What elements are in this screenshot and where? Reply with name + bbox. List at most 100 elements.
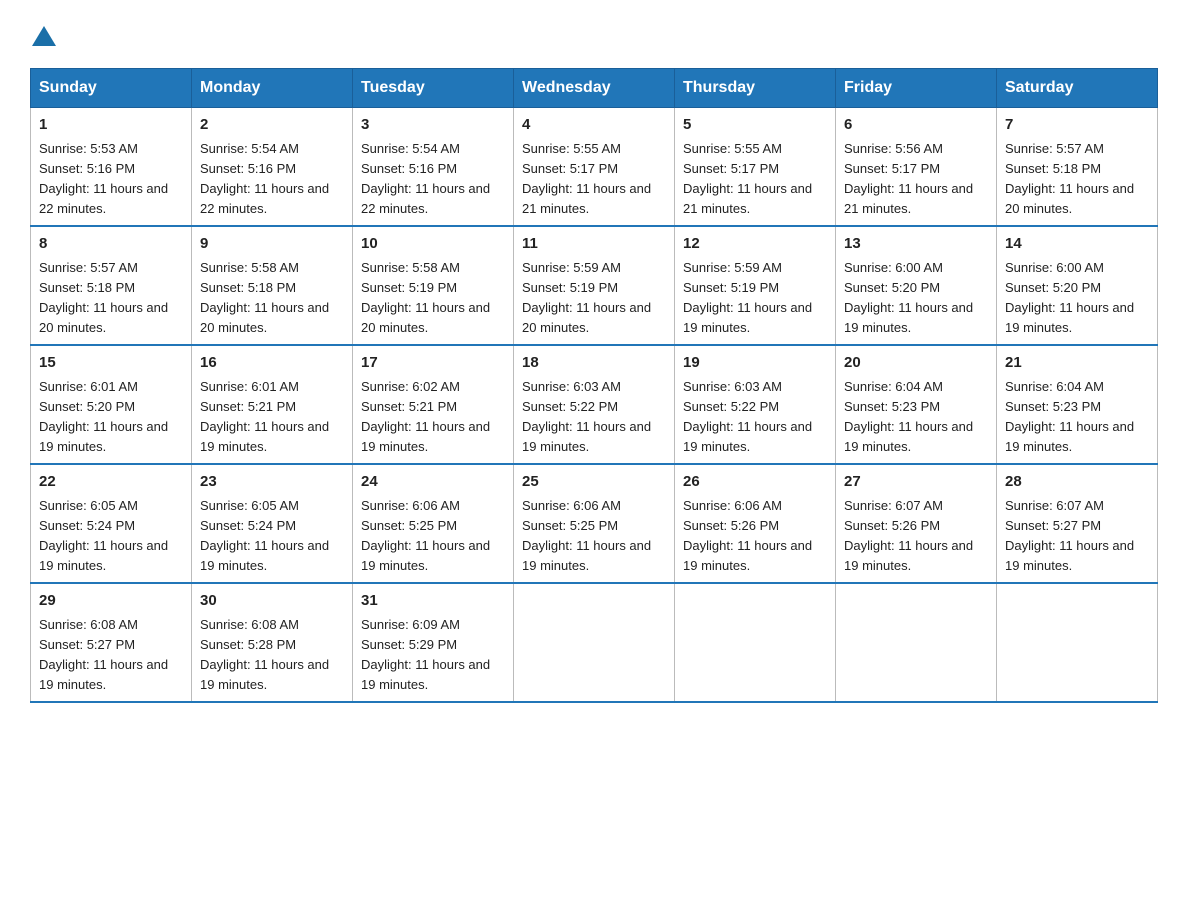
calendar-cell: 23Sunrise: 6:05 AMSunset: 5:24 PMDayligh… bbox=[192, 464, 353, 583]
day-info: Sunrise: 5:59 AMSunset: 5:19 PMDaylight:… bbox=[683, 258, 827, 339]
logo-triangle-icon bbox=[32, 26, 56, 46]
day-info: Sunrise: 6:05 AMSunset: 5:24 PMDaylight:… bbox=[200, 496, 344, 577]
day-number: 19 bbox=[683, 352, 827, 375]
day-info: Sunrise: 6:05 AMSunset: 5:24 PMDaylight:… bbox=[39, 496, 183, 577]
day-number: 13 bbox=[844, 233, 988, 256]
day-info: Sunrise: 6:00 AMSunset: 5:20 PMDaylight:… bbox=[1005, 258, 1149, 339]
day-number: 7 bbox=[1005, 114, 1149, 137]
day-info: Sunrise: 6:03 AMSunset: 5:22 PMDaylight:… bbox=[683, 377, 827, 458]
day-info: Sunrise: 5:55 AMSunset: 5:17 PMDaylight:… bbox=[522, 139, 666, 220]
day-number: 22 bbox=[39, 471, 183, 494]
calendar-cell: 12Sunrise: 5:59 AMSunset: 5:19 PMDayligh… bbox=[675, 226, 836, 345]
calendar-cell: 1Sunrise: 5:53 AMSunset: 5:16 PMDaylight… bbox=[31, 108, 192, 227]
calendar-cell: 9Sunrise: 5:58 AMSunset: 5:18 PMDaylight… bbox=[192, 226, 353, 345]
calendar-cell: 30Sunrise: 6:08 AMSunset: 5:28 PMDayligh… bbox=[192, 583, 353, 702]
day-number: 2 bbox=[200, 114, 344, 137]
day-number: 21 bbox=[1005, 352, 1149, 375]
day-number: 16 bbox=[200, 352, 344, 375]
day-info: Sunrise: 5:56 AMSunset: 5:17 PMDaylight:… bbox=[844, 139, 988, 220]
calendar-cell: 28Sunrise: 6:07 AMSunset: 5:27 PMDayligh… bbox=[997, 464, 1158, 583]
day-info: Sunrise: 5:59 AMSunset: 5:19 PMDaylight:… bbox=[522, 258, 666, 339]
day-number: 4 bbox=[522, 114, 666, 137]
day-number: 27 bbox=[844, 471, 988, 494]
day-number: 12 bbox=[683, 233, 827, 256]
day-info: Sunrise: 5:58 AMSunset: 5:19 PMDaylight:… bbox=[361, 258, 505, 339]
day-info: Sunrise: 5:57 AMSunset: 5:18 PMDaylight:… bbox=[1005, 139, 1149, 220]
day-info: Sunrise: 6:07 AMSunset: 5:27 PMDaylight:… bbox=[1005, 496, 1149, 577]
day-number: 14 bbox=[1005, 233, 1149, 256]
calendar-cell: 14Sunrise: 6:00 AMSunset: 5:20 PMDayligh… bbox=[997, 226, 1158, 345]
calendar-cell: 3Sunrise: 5:54 AMSunset: 5:16 PMDaylight… bbox=[353, 108, 514, 227]
day-info: Sunrise: 6:02 AMSunset: 5:21 PMDaylight:… bbox=[361, 377, 505, 458]
day-info: Sunrise: 5:53 AMSunset: 5:16 PMDaylight:… bbox=[39, 139, 183, 220]
column-header-wednesday: Wednesday bbox=[514, 69, 675, 108]
day-number: 15 bbox=[39, 352, 183, 375]
day-number: 26 bbox=[683, 471, 827, 494]
day-number: 30 bbox=[200, 590, 344, 613]
calendar-cell: 8Sunrise: 5:57 AMSunset: 5:18 PMDaylight… bbox=[31, 226, 192, 345]
calendar-cell: 22Sunrise: 6:05 AMSunset: 5:24 PMDayligh… bbox=[31, 464, 192, 583]
calendar-cell: 10Sunrise: 5:58 AMSunset: 5:19 PMDayligh… bbox=[353, 226, 514, 345]
day-info: Sunrise: 6:09 AMSunset: 5:29 PMDaylight:… bbox=[361, 615, 505, 696]
day-number: 20 bbox=[844, 352, 988, 375]
day-info: Sunrise: 6:01 AMSunset: 5:20 PMDaylight:… bbox=[39, 377, 183, 458]
day-info: Sunrise: 6:06 AMSunset: 5:25 PMDaylight:… bbox=[522, 496, 666, 577]
column-header-tuesday: Tuesday bbox=[353, 69, 514, 108]
column-header-thursday: Thursday bbox=[675, 69, 836, 108]
day-info: Sunrise: 6:06 AMSunset: 5:25 PMDaylight:… bbox=[361, 496, 505, 577]
day-info: Sunrise: 6:08 AMSunset: 5:28 PMDaylight:… bbox=[200, 615, 344, 696]
calendar-cell: 7Sunrise: 5:57 AMSunset: 5:18 PMDaylight… bbox=[997, 108, 1158, 227]
calendar-cell: 17Sunrise: 6:02 AMSunset: 5:21 PMDayligh… bbox=[353, 345, 514, 464]
day-number: 10 bbox=[361, 233, 505, 256]
calendar-cell bbox=[836, 583, 997, 702]
calendar-cell bbox=[514, 583, 675, 702]
calendar-cell: 5Sunrise: 5:55 AMSunset: 5:17 PMDaylight… bbox=[675, 108, 836, 227]
calendar-cell: 19Sunrise: 6:03 AMSunset: 5:22 PMDayligh… bbox=[675, 345, 836, 464]
day-number: 25 bbox=[522, 471, 666, 494]
day-info: Sunrise: 6:08 AMSunset: 5:27 PMDaylight:… bbox=[39, 615, 183, 696]
column-header-saturday: Saturday bbox=[997, 69, 1158, 108]
day-number: 8 bbox=[39, 233, 183, 256]
day-number: 18 bbox=[522, 352, 666, 375]
day-number: 23 bbox=[200, 471, 344, 494]
day-number: 24 bbox=[361, 471, 505, 494]
column-header-sunday: Sunday bbox=[31, 69, 192, 108]
calendar-cell: 18Sunrise: 6:03 AMSunset: 5:22 PMDayligh… bbox=[514, 345, 675, 464]
calendar-week-row: 8Sunrise: 5:57 AMSunset: 5:18 PMDaylight… bbox=[31, 226, 1158, 345]
day-info: Sunrise: 6:06 AMSunset: 5:26 PMDaylight:… bbox=[683, 496, 827, 577]
day-info: Sunrise: 5:55 AMSunset: 5:17 PMDaylight:… bbox=[683, 139, 827, 220]
calendar-cell: 16Sunrise: 6:01 AMSunset: 5:21 PMDayligh… bbox=[192, 345, 353, 464]
calendar-cell: 29Sunrise: 6:08 AMSunset: 5:27 PMDayligh… bbox=[31, 583, 192, 702]
day-info: Sunrise: 5:58 AMSunset: 5:18 PMDaylight:… bbox=[200, 258, 344, 339]
day-info: Sunrise: 5:54 AMSunset: 5:16 PMDaylight:… bbox=[361, 139, 505, 220]
day-info: Sunrise: 6:07 AMSunset: 5:26 PMDaylight:… bbox=[844, 496, 988, 577]
day-info: Sunrise: 5:57 AMSunset: 5:18 PMDaylight:… bbox=[39, 258, 183, 339]
day-number: 3 bbox=[361, 114, 505, 137]
calendar-cell: 11Sunrise: 5:59 AMSunset: 5:19 PMDayligh… bbox=[514, 226, 675, 345]
day-number: 11 bbox=[522, 233, 666, 256]
day-info: Sunrise: 5:54 AMSunset: 5:16 PMDaylight:… bbox=[200, 139, 344, 220]
calendar-cell: 6Sunrise: 5:56 AMSunset: 5:17 PMDaylight… bbox=[836, 108, 997, 227]
day-info: Sunrise: 6:01 AMSunset: 5:21 PMDaylight:… bbox=[200, 377, 344, 458]
calendar-cell: 15Sunrise: 6:01 AMSunset: 5:20 PMDayligh… bbox=[31, 345, 192, 464]
column-header-friday: Friday bbox=[836, 69, 997, 108]
day-number: 31 bbox=[361, 590, 505, 613]
day-number: 29 bbox=[39, 590, 183, 613]
calendar-week-row: 15Sunrise: 6:01 AMSunset: 5:20 PMDayligh… bbox=[31, 345, 1158, 464]
calendar-cell: 2Sunrise: 5:54 AMSunset: 5:16 PMDaylight… bbox=[192, 108, 353, 227]
day-info: Sunrise: 6:04 AMSunset: 5:23 PMDaylight:… bbox=[844, 377, 988, 458]
day-number: 17 bbox=[361, 352, 505, 375]
calendar-week-row: 22Sunrise: 6:05 AMSunset: 5:24 PMDayligh… bbox=[31, 464, 1158, 583]
calendar-cell: 20Sunrise: 6:04 AMSunset: 5:23 PMDayligh… bbox=[836, 345, 997, 464]
page-header bbox=[30, 20, 1158, 50]
calendar-cell: 31Sunrise: 6:09 AMSunset: 5:29 PMDayligh… bbox=[353, 583, 514, 702]
day-number: 28 bbox=[1005, 471, 1149, 494]
calendar-table: SundayMondayTuesdayWednesdayThursdayFrid… bbox=[30, 68, 1158, 703]
calendar-week-row: 29Sunrise: 6:08 AMSunset: 5:27 PMDayligh… bbox=[31, 583, 1158, 702]
calendar-cell: 21Sunrise: 6:04 AMSunset: 5:23 PMDayligh… bbox=[997, 345, 1158, 464]
calendar-cell bbox=[675, 583, 836, 702]
calendar-cell: 13Sunrise: 6:00 AMSunset: 5:20 PMDayligh… bbox=[836, 226, 997, 345]
calendar-cell: 26Sunrise: 6:06 AMSunset: 5:26 PMDayligh… bbox=[675, 464, 836, 583]
calendar-cell: 27Sunrise: 6:07 AMSunset: 5:26 PMDayligh… bbox=[836, 464, 997, 583]
day-info: Sunrise: 6:00 AMSunset: 5:20 PMDaylight:… bbox=[844, 258, 988, 339]
